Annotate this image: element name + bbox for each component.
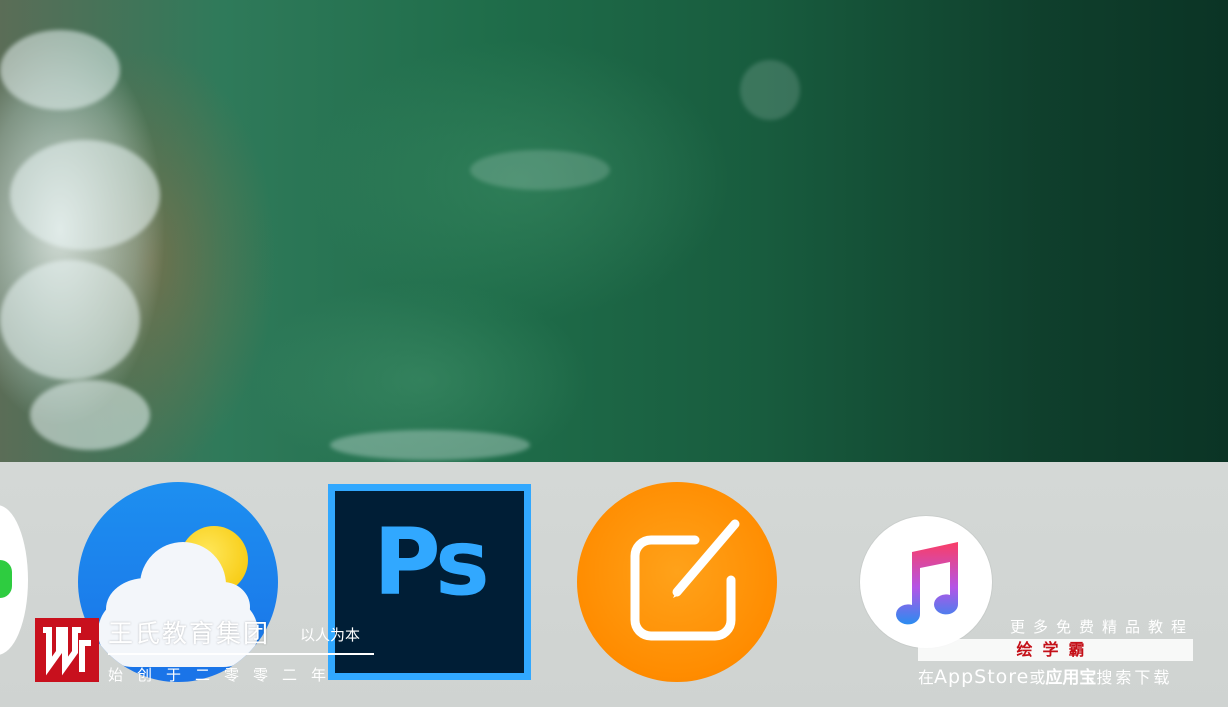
wave-foam	[0, 260, 140, 380]
wave-foam	[30, 380, 150, 450]
brand-w-logo-icon	[43, 627, 91, 676]
promo-footer-suffix: 搜索下载	[1096, 668, 1173, 687]
brand-logo	[35, 618, 99, 682]
desktop-wallpaper	[0, 0, 1228, 462]
partial-app-indicator	[0, 560, 12, 598]
screen: Ps 王氏教育集团 以人为本 始创于二零零二年 更多免费精品教程 绘学霸 在Ap…	[0, 0, 1228, 707]
brand-since: 始创于二零零二年	[108, 666, 341, 684]
wave-foam	[0, 30, 120, 110]
weather-app-icon[interactable]	[78, 482, 278, 682]
photoshop-app-icon[interactable]: Ps	[328, 484, 531, 680]
brand-title: 王氏教育集团	[108, 619, 271, 648]
wave-foam	[470, 150, 610, 190]
brand-tagline: 以人为本	[300, 626, 361, 644]
wave-foam	[740, 60, 800, 120]
compose-icon	[630, 519, 740, 641]
promo-footer-or: 或	[1029, 668, 1046, 687]
wave-foam	[330, 430, 530, 460]
promo-footer-store1: AppStore	[934, 666, 1030, 688]
divider	[108, 653, 374, 655]
photoshop-label: Ps	[373, 509, 490, 616]
promo-footer: 在AppStore或应用宝搜索下载	[918, 663, 1172, 688]
promo-badge: 绘学霸	[918, 639, 1193, 661]
wave-foam	[10, 140, 160, 250]
promo-footer-store2: 应用宝	[1045, 668, 1097, 688]
notes-app-icon[interactable]	[577, 482, 777, 682]
music-note-icon	[896, 542, 959, 625]
promo-headline: 更多免费精品教程	[1009, 618, 1194, 636]
promo-footer-prefix: 在	[918, 668, 935, 687]
music-app-icon[interactable]	[860, 516, 992, 648]
